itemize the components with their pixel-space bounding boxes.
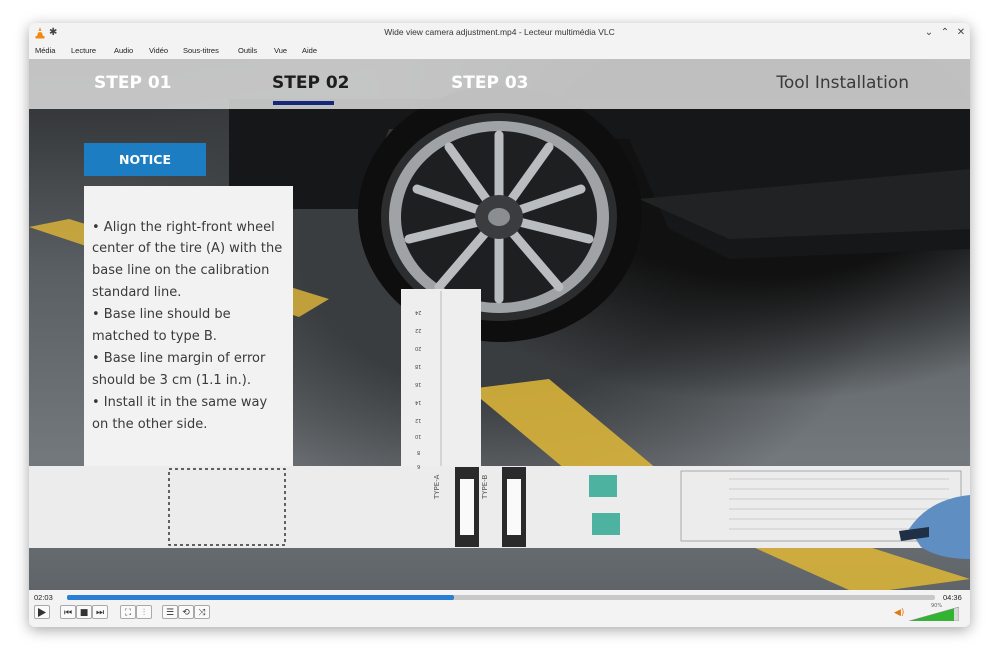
step-02-label: STEP 02 (272, 73, 350, 93)
ruler-number: 12 (415, 417, 422, 423)
notice-line: • Align the right-front wheel (92, 220, 275, 235)
notice-line: standard line. (92, 285, 182, 300)
menu-video[interactable]: Vidéo (149, 46, 168, 55)
playlist-button[interactable]: ☰ (162, 605, 178, 619)
notice-line: • Base line should be (92, 307, 231, 322)
shuffle-icon: ⤨ (198, 608, 206, 618)
notice-tag: NOTICE (84, 143, 206, 176)
equalizer-icon: ⫶ (142, 608, 146, 618)
fullscreen-icon: ⛶ (124, 608, 132, 618)
ruler-number: 18 (415, 363, 422, 369)
notice-line: • Install it in the same way (92, 395, 268, 410)
step-01-label: STEP 01 (94, 73, 172, 93)
vlc-window: ✱ Wide view camera adjustment.mp4 - Lect… (29, 23, 970, 627)
ruler-number: 22 (415, 327, 422, 333)
section-title: Tool Installation (776, 73, 909, 93)
step-header: STEP 01 STEP 02 STEP 03 Tool Installatio… (29, 59, 970, 109)
ruler-number: 16 (415, 381, 422, 387)
active-step-indicator (273, 101, 334, 105)
mat-label-type-b: TYPE-B (481, 474, 489, 499)
seek-bar[interactable] (67, 595, 935, 600)
menu-lecture[interactable]: Lecture (71, 46, 96, 55)
ruler-number: 6 (417, 463, 421, 469)
playlist-icon: ☰ (165, 608, 175, 618)
minimize-icon[interactable]: ⌄ (923, 26, 935, 39)
next-button[interactable]: ⏭ (92, 605, 108, 619)
menu-audio[interactable]: Audio (114, 46, 133, 55)
previous-button[interactable]: ⏮ (60, 605, 76, 619)
stop-button[interactable]: ■ (76, 605, 92, 619)
menu-subtitles[interactable]: Sous-titres (183, 46, 219, 55)
title-bar: ✱ Wide view camera adjustment.mp4 - Lect… (29, 23, 970, 43)
menu-tools[interactable]: Outils (238, 46, 257, 55)
notice-line: center of the tire (A) with the (92, 241, 283, 256)
step-03-label: STEP 03 (451, 73, 529, 93)
ruler-number: 8 (417, 449, 421, 455)
elapsed-time: 02:03 (34, 593, 53, 602)
seek-progress (67, 595, 455, 600)
video-frame[interactable]: 24 22 20 18 16 14 12 10 8 6 TYPE-A TYPE-… (29, 59, 970, 590)
menu-bar: Média Lecture Audio Vidéo Sous-titres Ou… (29, 43, 970, 59)
notice-line: • Base line margin of error (92, 351, 266, 366)
notice-box: • Align the right-front wheel center of … (84, 186, 293, 466)
notice-line: matched to type B. (92, 329, 217, 344)
window-title: Wide view camera adjustment.mp4 - Lecteu… (384, 27, 615, 37)
loop-button[interactable]: ⟲ (178, 605, 194, 619)
ruler-number: 14 (415, 399, 422, 405)
menu-help[interactable]: Aide (302, 46, 317, 55)
fullscreen-button[interactable]: ⛶ (120, 605, 136, 619)
notice-line: should be 3 cm (1.1 in.). (92, 373, 251, 388)
next-icon: ⏭ (95, 608, 105, 618)
extended-settings-button[interactable]: ⫶ (136, 605, 152, 619)
close-icon[interactable]: ✕ (955, 26, 967, 39)
ruler-number: 24 (415, 309, 422, 315)
notice-line: base line on the calibration (92, 263, 270, 278)
volume-slider[interactable] (909, 607, 959, 621)
total-time: 04:36 (943, 593, 962, 602)
ruler-number: 10 (415, 433, 422, 439)
play-button[interactable] (34, 605, 50, 619)
notice-label: NOTICE (119, 152, 171, 167)
previous-icon: ⏮ (63, 608, 73, 618)
shuffle-button[interactable]: ⤨ (194, 605, 210, 619)
mat-label-type-a: TYPE-A (433, 474, 441, 499)
speaker-icon[interactable]: ◀) (894, 608, 904, 618)
ruler-number: 20 (415, 345, 422, 351)
stop-icon: ■ (79, 608, 89, 618)
menu-view[interactable]: Vue (274, 46, 287, 55)
maximize-icon[interactable]: ⌃ (939, 26, 951, 39)
loop-icon: ⟲ (182, 608, 190, 618)
menu-media[interactable]: Média (35, 46, 55, 55)
player-controls: 02:03 04:36 ⏮ ■ ⏭ ⛶ ⫶ ☰ ⟲ ⤨ ◀) 90% (29, 590, 970, 627)
play-icon (38, 608, 46, 617)
notice-line: on the other side. (92, 417, 208, 432)
